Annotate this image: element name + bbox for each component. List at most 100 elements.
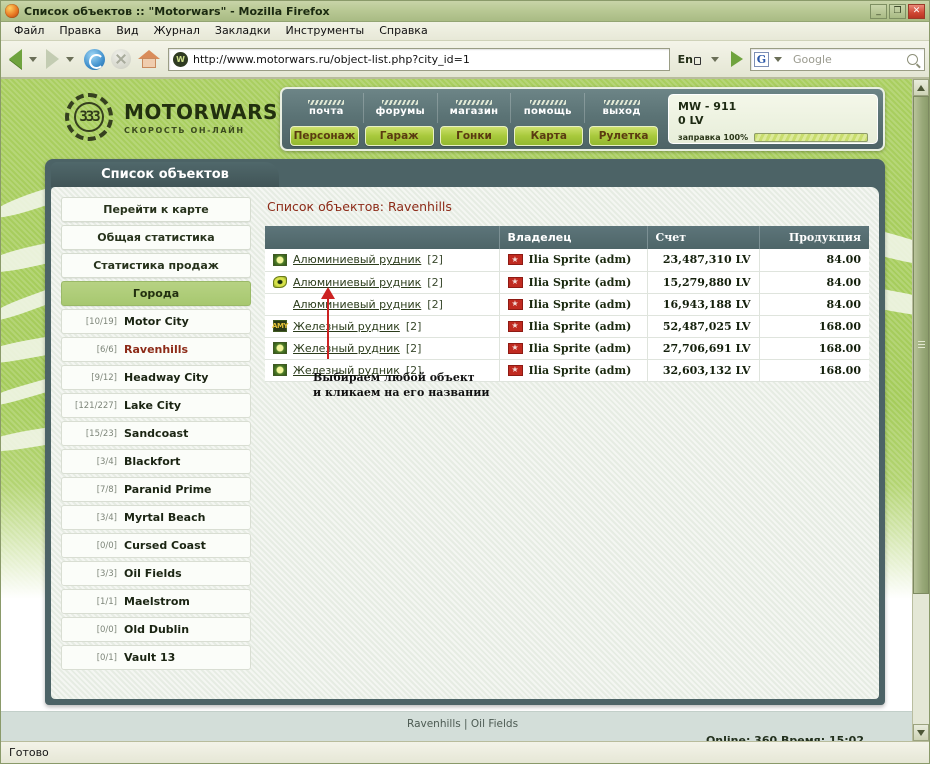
address-bar[interactable]: W http://www.motorwars.ru/object-list.ph… [168,48,670,71]
sidebar-city-paranid-prime[interactable]: [7/8] Paranid Prime [61,477,251,502]
column-header-owner[interactable]: Владелец [499,226,647,249]
sidebar-city-ravenhills[interactable]: [6/6] Ravenhills [61,337,251,362]
star-flag-icon: ★ [508,365,523,376]
star-flag-icon: ★ [508,277,523,288]
sidebar-city-oil-fields[interactable]: [3/3] Oil Fields [61,561,251,586]
table-row[interactable]: Алюминиевый рудник [2] ★ Ilia Sprite (ad… [265,249,869,271]
table-header-row: Владелец Счет Продукция [265,226,869,249]
object-link[interactable]: Железный рудник [293,320,400,333]
search-bar[interactable]: G Google [750,48,925,71]
menu-file[interactable]: Файл [7,22,51,40]
table-header: Владелец Счет Продукция [265,226,869,249]
logo-emblem-icon: 333 [65,93,113,141]
cell-object: Железный рудник [2] [265,337,499,359]
menu-tools[interactable]: Инструменты [279,22,372,40]
scroll-down-button[interactable] [913,724,929,741]
window-controls: _ ❐ ✕ [870,4,927,19]
column-header-object[interactable] [265,226,499,249]
sidebar-city-sandcoast[interactable]: [15/23] Sandcoast [61,421,251,446]
column-header-account[interactable]: Счет [647,226,759,249]
scrollbar-thumb[interactable] [913,96,929,594]
sidebar-city-old-dublin[interactable]: [0/0] Old Dublin [61,617,251,642]
menu-help[interactable]: Справка [372,22,434,40]
top-nav-forums[interactable]: форумы [364,93,438,123]
sidebar-item-general-stats[interactable]: Общая статистика [61,225,251,250]
column-header-production[interactable]: Продукция [759,226,869,249]
nav-button-roulette[interactable]: Рулетка [589,126,658,146]
table-row[interactable]: Алюминиевый рудник [2] ★ Ilia Sprite (ad… [265,271,869,293]
sidebar-city-vault-13[interactable]: [0/1] Vault 13 [61,645,251,670]
sidebar-city-headway-city[interactable]: [9/12] Headway City [61,365,251,390]
tab-object-list[interactable]: Список объектов [51,162,279,187]
site-header: 333 MOTORWARS.RU СКОРОСТЬ ОН-ЛАЙН почта [47,85,885,153]
back-button[interactable] [5,49,22,69]
object-link[interactable]: Алюминиевый рудник [293,253,421,266]
sidebar-city-cursed-coast[interactable]: [0/0] Cursed Coast [61,533,251,558]
cell-owner: ★ Ilia Sprite (adm) [499,337,647,359]
table-row[interactable]: AMY Железный рудник [2] ★ Ilia S [265,315,869,337]
city-count: [1/1] [62,597,124,607]
star-flag-icon: ★ [508,321,523,332]
city-name: Sandcoast [124,427,188,440]
close-button[interactable]: ✕ [908,4,925,19]
page-scrollbar[interactable] [912,79,929,741]
cell-owner: ★ Ilia Sprite (adm) [499,359,647,381]
city-count: [7/8] [62,485,124,495]
object-link[interactable]: Алюминиевый рудник [293,276,421,289]
go-button[interactable] [731,51,743,67]
top-nav-logout[interactable]: выход [585,93,658,123]
scrollbar-track[interactable] [913,96,929,724]
footer-links[interactable]: Ravenhills | Oil Fields [407,718,518,730]
language-indicator[interactable]: En [675,53,704,66]
nav-button-character[interactable]: Персонаж [290,126,359,146]
sidebar-item-go-to-map[interactable]: Перейти к карте [61,197,251,222]
sidebar-city-lake-city[interactable]: [121/227] Lake City [61,393,251,418]
menu-history[interactable]: Журнал [147,22,207,40]
arrow-line-decor [327,295,329,359]
google-icon[interactable]: G [754,52,769,67]
home-icon[interactable] [138,49,160,69]
page-title: Список объектов: Ravenhills [267,199,869,214]
top-nav-help[interactable]: помощь [511,93,585,123]
scroll-up-button[interactable] [913,79,929,96]
cell-owner: ★ Ilia Sprite (adm) [499,315,647,337]
minimize-button[interactable]: _ [870,4,887,19]
table-row[interactable]: Железный рудник [2] ★ Ilia Sprite (adm) [265,337,869,359]
menu-view[interactable]: Вид [109,22,145,40]
restore-button[interactable]: ❐ [889,4,906,19]
city-name: Motor City [124,315,189,328]
forward-dropdown-icon[interactable] [66,57,74,62]
sidebar-item-cities[interactable]: Города [61,281,251,306]
menu-bookmarks[interactable]: Закладки [208,22,278,40]
object-link[interactable]: Алюминиевый рудник [293,298,421,311]
stop-icon[interactable] [111,49,131,69]
search-input[interactable]: Google [793,53,907,66]
sidebar-city-myrtal-beach[interactable]: [3/4] Myrtal Beach [61,505,251,530]
sidebar-item-sales-stats[interactable]: Статистика продаж [61,253,251,278]
table-row[interactable]: Алюминиевый рудник [2] ★ Ilia Sprite (ad… [265,293,869,315]
cell-object: Алюминиевый рудник [2] [265,293,499,315]
player-level: 0 LV [678,114,868,127]
sidebar-city-motor-city[interactable]: [10/19] Motor City [61,309,251,334]
search-icon[interactable] [907,54,918,65]
forward-button[interactable] [44,49,59,69]
navigation-toolbar: W http://www.motorwars.ru/object-list.ph… [1,41,929,78]
page-footer: Ravenhills | Oil Fields Online: 360 Врем… [1,711,912,741]
back-dropdown-icon[interactable] [29,57,37,62]
object-link[interactable]: Железный рудник [293,342,400,355]
city-count: [10/19] [62,317,124,327]
top-nav-mail[interactable]: почта [290,93,364,123]
nav-button-garage[interactable]: Гараж [365,126,434,146]
nav-button-map[interactable]: Карта [514,126,583,146]
annotation-line-2: и кликаем на его названии [313,386,490,401]
language-dropdown-icon[interactable] [711,57,719,62]
top-nav-label: выход [602,106,640,117]
reload-icon[interactable] [84,49,105,70]
sidebar-city-blackfort[interactable]: [3/4] Blackfort [61,449,251,474]
sidebar-city-maelstrom[interactable]: [1/1] Maelstrom [61,589,251,614]
top-nav-shop[interactable]: магазин [438,93,512,123]
nav-button-races[interactable]: Гонки [440,126,509,146]
search-engine-dropdown-icon[interactable] [774,57,782,62]
menu-edit[interactable]: Правка [52,22,108,40]
mine-eye-icon [273,276,287,288]
